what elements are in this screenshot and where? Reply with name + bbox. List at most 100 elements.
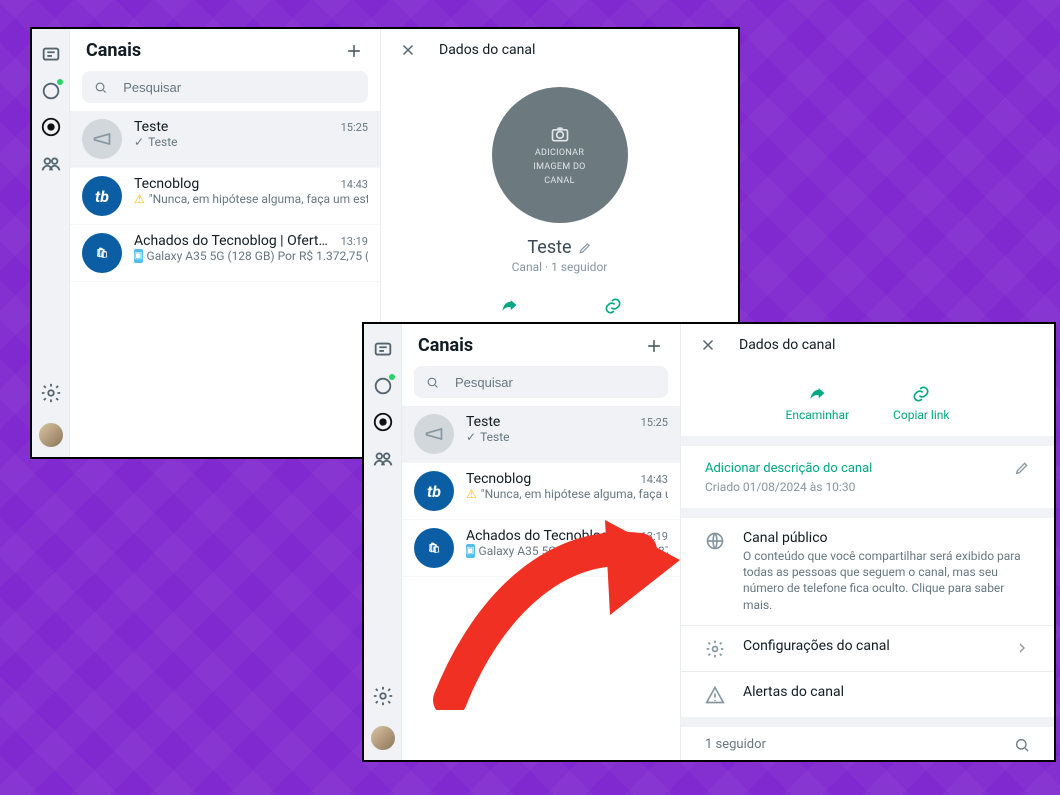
panel-title: Canais: [418, 335, 473, 356]
channel-name: Tecnoblog: [134, 176, 199, 192]
edit-description-button[interactable]: [1014, 460, 1030, 476]
check-icon: ✓: [134, 135, 144, 149]
search-input[interactable]: [453, 374, 656, 391]
channel-name: Achados do Tecnoblog | Ofertas de t...: [134, 233, 335, 249]
nav-status-icon[interactable]: [40, 80, 62, 102]
check-icon: ✓: [466, 430, 476, 444]
channel-title: Teste: [527, 237, 571, 258]
channel-avatar: [82, 119, 122, 159]
details-title: Dados do canal: [739, 337, 835, 353]
channel-name: Tecnoblog: [466, 471, 531, 487]
forward-icon: [807, 384, 827, 404]
followers-count: 1 seguidor: [705, 737, 766, 752]
channel-avatar: 🛍: [414, 528, 454, 568]
created-at-label: Criado 01/08/2024 às 10:30: [705, 480, 1030, 494]
chevron-right-icon: [1014, 640, 1030, 656]
link-icon: [911, 384, 931, 404]
channel-item-tecnoblog[interactable]: tb Tecnoblog 14:43 ⚠ "Nunca, em hipótese a…: [402, 463, 680, 520]
close-details-button[interactable]: [699, 336, 717, 354]
warning-icon: ⚠: [466, 487, 477, 501]
nav-channels-icon[interactable]: [40, 116, 62, 138]
avatar-hint-line: CANAL: [544, 176, 574, 186]
channel-name: Teste: [134, 119, 168, 135]
channel-preview: Teste: [480, 430, 509, 444]
nav-communities-icon[interactable]: [40, 152, 62, 174]
edit-name-button[interactable]: [578, 241, 592, 255]
new-channel-button[interactable]: [644, 336, 664, 356]
nav-chats-icon[interactable]: [372, 339, 394, 361]
channel-item-achados[interactable]: 🛍 Achados do Tecnoblog | Ofertas de t...…: [70, 225, 380, 282]
public-channel-sub: O conteúdo que você compartilhar será ex…: [743, 548, 1030, 613]
search-icon: [426, 375, 439, 390]
channel-avatar: tb: [414, 471, 454, 511]
channel-avatar: 🛍: [82, 233, 122, 273]
search-field[interactable]: [414, 366, 668, 398]
channel-details-panel: Dados do canal Encaminhar Copiar link Ad…: [681, 324, 1054, 760]
nav-settings-icon[interactable]: [372, 685, 394, 707]
search-followers-button[interactable]: [1014, 737, 1030, 753]
camera-icon: [550, 124, 570, 144]
forward-icon: [499, 296, 519, 316]
search-input[interactable]: [121, 79, 356, 96]
nav-rail: [32, 29, 70, 457]
nav-profile-avatar[interactable]: [39, 423, 63, 447]
channel-settings-item[interactable]: Configurações do canal: [681, 625, 1054, 671]
warning-icon: ⚠: [134, 192, 145, 206]
photo-icon: ▣: [466, 544, 475, 558]
alert-icon: [705, 685, 725, 705]
channel-time: 13:19: [341, 235, 368, 248]
panel-title: Canais: [86, 40, 141, 61]
link-icon: [603, 296, 623, 316]
channel-settings-title: Configurações do canal: [743, 638, 996, 654]
window-channel-settings: Canais Teste15:25 ✓Teste tb Tecnoblog14:…: [362, 322, 1056, 762]
search-icon: [94, 80, 107, 95]
forward-button[interactable]: Encaminhar: [786, 384, 850, 422]
photo-icon: ▣: [134, 249, 143, 263]
nav-channels-icon[interactable]: [372, 411, 394, 433]
channel-alerts-title: Alertas do canal: [743, 684, 1030, 700]
nav-chats-icon[interactable]: [40, 44, 62, 66]
new-channel-button[interactable]: [344, 41, 364, 61]
forward-label: Encaminhar: [786, 408, 850, 422]
nav-rail: [364, 324, 402, 760]
channel-list-panel: Canais Teste15:25 ✓Teste tb Tecnoblog14:…: [402, 324, 681, 760]
channel-preview: Teste: [148, 135, 177, 149]
details-title: Dados do canal: [439, 42, 535, 58]
globe-icon: [705, 531, 725, 551]
channel-name: Teste: [466, 414, 500, 430]
nav-settings-icon[interactable]: [40, 382, 62, 404]
copy-link-label: Copiar link: [893, 408, 949, 422]
channel-preview: Galaxy A35 5G (128 GB) Por R$ 1.372,75 (…: [479, 544, 668, 558]
channel-preview: Galaxy A35 5G (128 GB) Por R$ 1.372,75 (…: [147, 249, 368, 263]
channel-name: Achados do Tecnoblog | Ofertas de t...: [466, 528, 635, 544]
add-description-link[interactable]: Adicionar descrição do canal: [705, 461, 872, 476]
channel-item-teste[interactable]: Teste15:25 ✓Teste: [70, 111, 380, 168]
channel-preview: "Nunca, em hipótese alguma, faça um esto…: [149, 192, 368, 206]
nav-communities-icon[interactable]: [372, 447, 394, 469]
nav-status-icon[interactable]: [372, 375, 394, 397]
channel-avatar: [414, 414, 454, 454]
channel-time: 15:25: [341, 121, 368, 134]
channel-list-panel: Canais Teste15:25 ✓Teste tb Tecnoblog14:…: [70, 29, 381, 457]
channel-time: 14:43: [341, 178, 368, 191]
avatar-hint-line: ADICIONAR: [535, 148, 584, 158]
public-channel-title: Canal público: [743, 530, 1030, 546]
close-details-button[interactable]: [399, 41, 417, 59]
add-channel-image-button[interactable]: ADICIONAR IMAGEM DO CANAL: [492, 87, 628, 223]
avatar-hint-line: IMAGEM DO: [533, 162, 585, 172]
channel-alerts-item[interactable]: Alertas do canal: [681, 671, 1054, 727]
channel-item-achados[interactable]: 🛍 Achados do Tecnoblog | Ofertas de t...…: [402, 520, 680, 577]
channel-item-tecnoblog[interactable]: tb Tecnoblog 14:43 ⚠ "Nunca, em hipótese a…: [70, 168, 380, 225]
channel-item-teste[interactable]: Teste15:25 ✓Teste: [402, 406, 680, 463]
gear-icon: [705, 639, 725, 659]
channel-time: 14:43: [641, 473, 668, 486]
copy-link-button[interactable]: Copiar link: [893, 384, 949, 422]
channel-preview: "Nunca, em hipótese alguma, faça um esto…: [481, 487, 668, 501]
channel-time: 15:25: [641, 416, 668, 429]
channel-subtitle: Canal · 1 seguidor: [512, 260, 608, 274]
public-channel-item[interactable]: Canal público O conteúdo que você compar…: [681, 518, 1054, 625]
search-field[interactable]: [82, 71, 368, 103]
channel-avatar: tb: [82, 176, 122, 216]
nav-profile-avatar[interactable]: [371, 726, 395, 750]
channel-time: 13:19: [641, 530, 668, 543]
